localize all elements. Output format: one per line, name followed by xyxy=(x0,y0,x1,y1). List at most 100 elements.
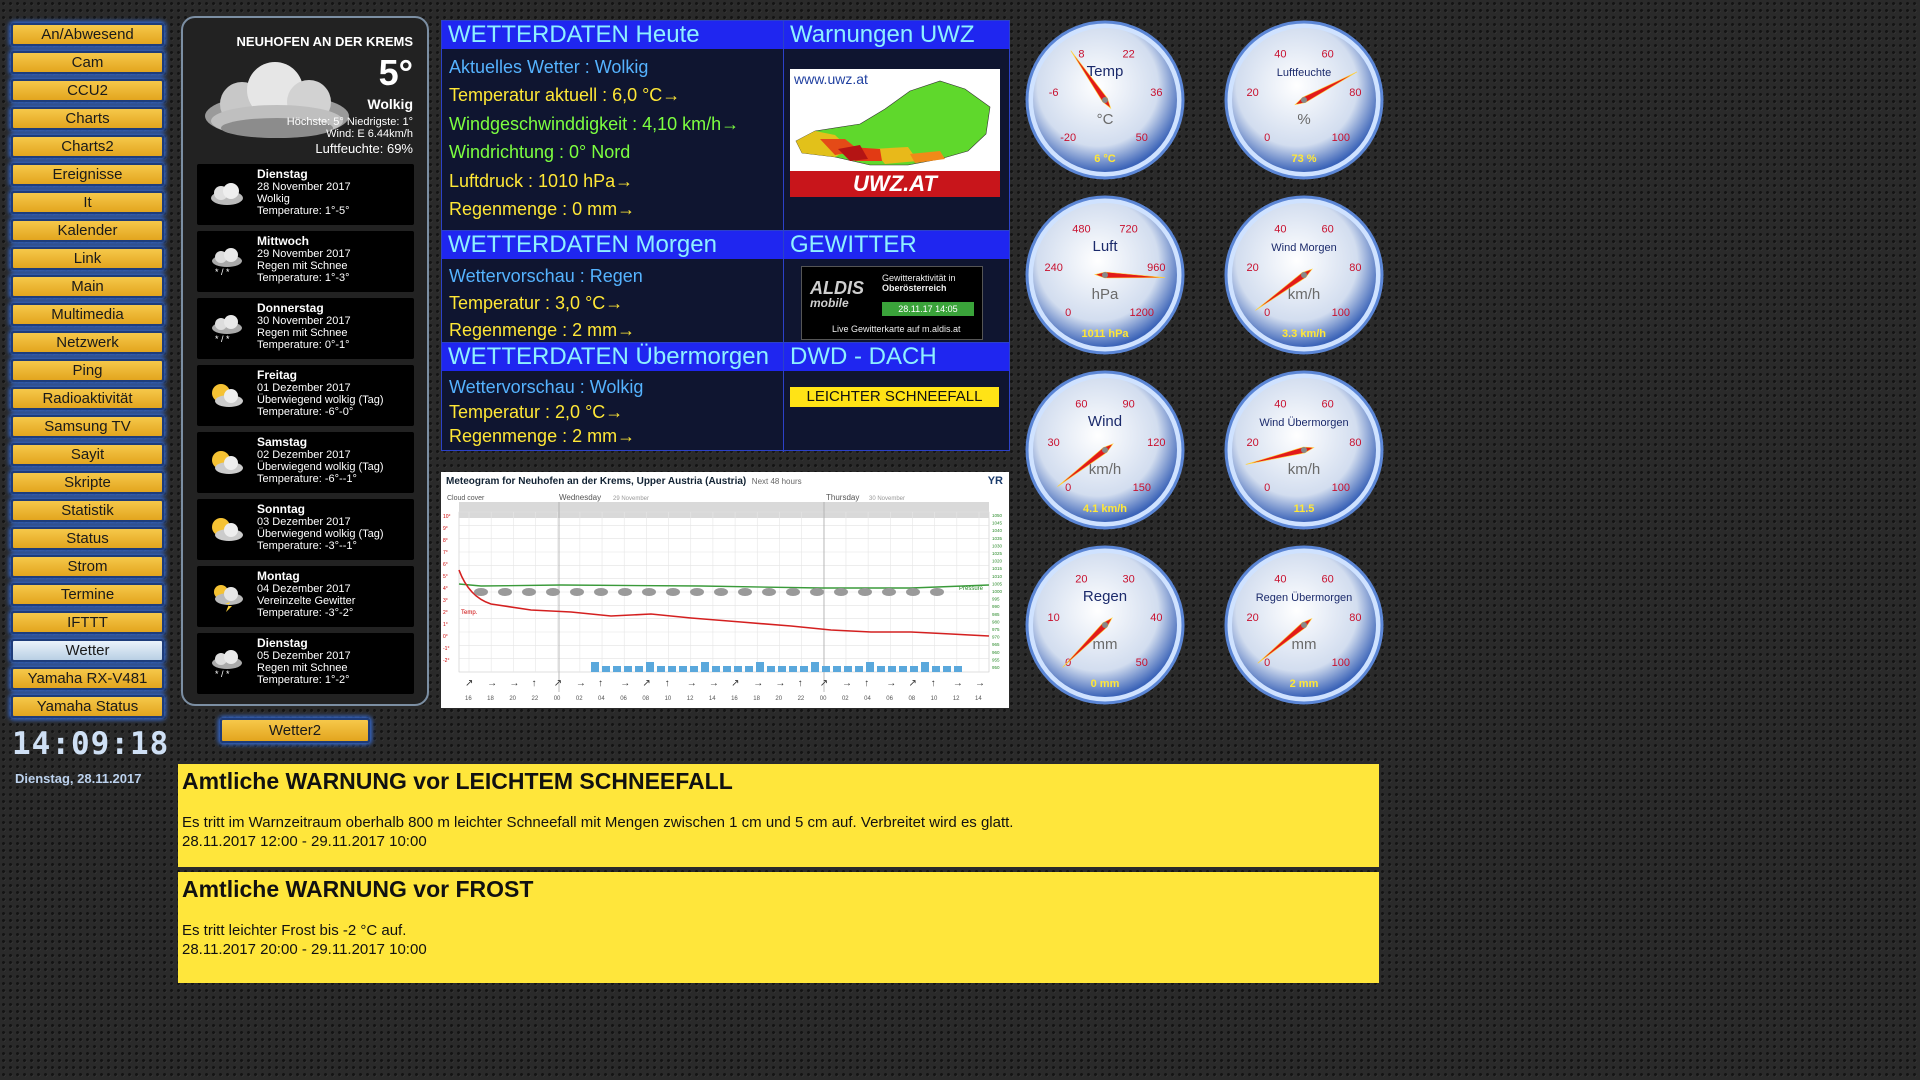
nav-button-it[interactable]: It xyxy=(11,191,164,214)
header-day-after: WETTERDATEN Übermorgen xyxy=(442,343,783,371)
uwz-url[interactable]: www.uwz.at xyxy=(794,71,868,87)
pressure-tick: 1005 xyxy=(992,581,1003,586)
nav-button-samsung-tv[interactable]: Samsung TV xyxy=(11,415,164,438)
clock-time: 14:09:18 xyxy=(12,726,170,762)
uwz-map[interactable]: www.uwz.at UWZ.AT xyxy=(790,69,1000,197)
nav-button-kalender[interactable]: Kalender xyxy=(11,219,164,242)
gauge-title: Luftfeuchte xyxy=(1277,67,1331,79)
sidebar-nav: An/Abwesend Cam CCU2 Charts Charts2 Erei… xyxy=(11,23,164,723)
precip-bar xyxy=(899,666,907,672)
nav-button-termine[interactable]: Termine xyxy=(11,583,164,606)
wind-arrow: ↑ xyxy=(864,678,869,689)
weather-symbol xyxy=(834,588,848,596)
gauge-tick: 50 xyxy=(1136,657,1148,669)
nav-button-status[interactable]: Status xyxy=(11,527,164,550)
temp-tick: 9° xyxy=(443,526,448,532)
nav-button-charts[interactable]: Charts xyxy=(11,107,164,130)
gauge-hub xyxy=(1102,97,1108,103)
nav-button-wetter[interactable]: Wetter xyxy=(11,639,164,662)
hour-tick: 10 xyxy=(931,696,938,702)
nav-button-main[interactable]: Main xyxy=(11,275,164,298)
nav-button-radioaktivitaet[interactable]: Radioaktivität xyxy=(11,387,164,410)
gauge-tick: -6 xyxy=(1049,87,1059,99)
uwz-logo: UWZ.AT xyxy=(790,171,1000,197)
precip-bar xyxy=(668,666,676,672)
pressure-tick: 995 xyxy=(992,597,1000,602)
forecast-day: * / * Mittwoch 29 November 2017 Regen mit S… xyxy=(197,231,414,292)
precip-bar xyxy=(712,666,720,672)
hour-tick: 20 xyxy=(509,696,516,702)
nav-button-ping[interactable]: Ping xyxy=(11,359,164,382)
nav-button-multimedia[interactable]: Multimedia xyxy=(11,303,164,326)
precip-bar xyxy=(844,666,852,672)
precip-bar xyxy=(646,662,654,672)
gauge-tick: 30 xyxy=(1048,437,1060,449)
weather-data-table: WETTERDATEN Heute Warnungen UWZ Aktuelle… xyxy=(441,20,1010,452)
snow-rain-icon: * / * xyxy=(212,650,242,679)
cloud-band xyxy=(459,502,989,518)
weather-symbol xyxy=(546,588,560,596)
gauge-tick: 960 xyxy=(1147,262,1165,274)
nav-button-link[interactable]: Link xyxy=(11,247,164,270)
gauge-tick: 120 xyxy=(1147,437,1165,449)
gauge-tick: 50 xyxy=(1136,132,1148,144)
forecast-day-text: Donnerstag 30 November 2017 Regen mit Schn… xyxy=(257,301,351,351)
gauge-title: Wind xyxy=(1088,413,1122,430)
nav-button-ifttt[interactable]: IFTTT xyxy=(11,611,164,634)
gauge-value: 4.1 km/h xyxy=(1083,503,1127,515)
wind-arrow: ↑ xyxy=(665,678,670,689)
aldis-widget[interactable]: ALDIS mobile Gewitteraktivität in Oberöste… xyxy=(801,266,983,340)
wind-arrow: ↑ xyxy=(798,678,803,689)
nav-button-statistik[interactable]: Statistik xyxy=(11,499,164,522)
hour-tick: 12 xyxy=(687,696,694,702)
temp-tick: 7° xyxy=(443,550,448,556)
today-windspeed: Windgeschwinddigkeit : 4,10 km/h→ xyxy=(449,114,740,134)
nav-button-sayit[interactable]: Sayit xyxy=(11,443,164,466)
hour-tick: 06 xyxy=(886,696,893,702)
nav-button-charts2[interactable]: Charts2 xyxy=(11,135,164,158)
nav-button-strom[interactable]: Strom xyxy=(11,555,164,578)
nav-button-anabwesend[interactable]: An/Abwesend xyxy=(11,23,164,46)
pressure-label: Pressure xyxy=(959,586,984,592)
forecast-condition: Wolkig xyxy=(367,96,413,112)
svg-text:* / *: * / * xyxy=(215,334,230,344)
forecast-day: * / * Dienstag 05 Dezember 2017 Regen mit S… xyxy=(197,633,414,694)
day-date: 30 November xyxy=(869,496,905,502)
pressure-tick: 1035 xyxy=(992,536,1003,541)
nav-button-skripte[interactable]: Skripte xyxy=(11,471,164,494)
wetter2-button[interactable]: Wetter2 xyxy=(220,718,370,743)
header-uwz: Warnungen UWZ xyxy=(784,21,1009,49)
snow-rain-icon: * / * xyxy=(212,248,242,277)
gauge-tick: 80 xyxy=(1349,87,1361,99)
hour-tick: 04 xyxy=(598,696,605,702)
forecast-day-text: Dienstag 28 November 2017 Wolkig Temperatur… xyxy=(257,167,351,217)
gauge-tick: 0 xyxy=(1264,657,1270,669)
nav-button-ereignisse[interactable]: Ereignisse xyxy=(11,163,164,186)
gauge-tick: 60 xyxy=(1321,49,1333,61)
pressure-tick: 1030 xyxy=(992,543,1003,548)
temp-tick: 0° xyxy=(443,634,448,640)
gauge-title: Wind Übermorgen xyxy=(1259,417,1348,429)
dwd-warning-badge: LEICHTER SCHNEEFALL xyxy=(790,387,999,407)
weather-symbol xyxy=(786,588,800,596)
nav-button-ccu2[interactable]: CCU2 xyxy=(11,79,164,102)
meteogram[interactable]: Meteogram for Neuhofen an der Krems, Upp… xyxy=(441,472,1009,708)
nav-button-netzwerk[interactable]: Netzwerk xyxy=(11,331,164,354)
divider xyxy=(783,21,784,452)
gauge-tick: 60 xyxy=(1321,399,1333,411)
gauge-hub xyxy=(1301,97,1307,103)
nav-button-cam[interactable]: Cam xyxy=(11,51,164,74)
pressure-tick: 1040 xyxy=(992,528,1003,533)
today-rain: Regenmenge : 0 mm→ xyxy=(449,199,636,219)
wind-arrow: → xyxy=(842,678,852,689)
precip-bar xyxy=(943,666,951,672)
gauge-tick: 20 xyxy=(1247,87,1259,99)
pressure-tick: 950 xyxy=(992,665,1000,670)
hour-tick: 14 xyxy=(975,696,982,702)
gauge-value: 1011 hPa xyxy=(1081,328,1129,340)
nav-button-yamaha-status[interactable]: Yamaha Status xyxy=(11,695,164,718)
gauge-title: Regen xyxy=(1083,588,1127,605)
precip-bar xyxy=(954,666,962,672)
pressure-tick: 1045 xyxy=(992,521,1003,526)
nav-button-yamaha-rx[interactable]: Yamaha RX-V481 xyxy=(11,667,164,690)
